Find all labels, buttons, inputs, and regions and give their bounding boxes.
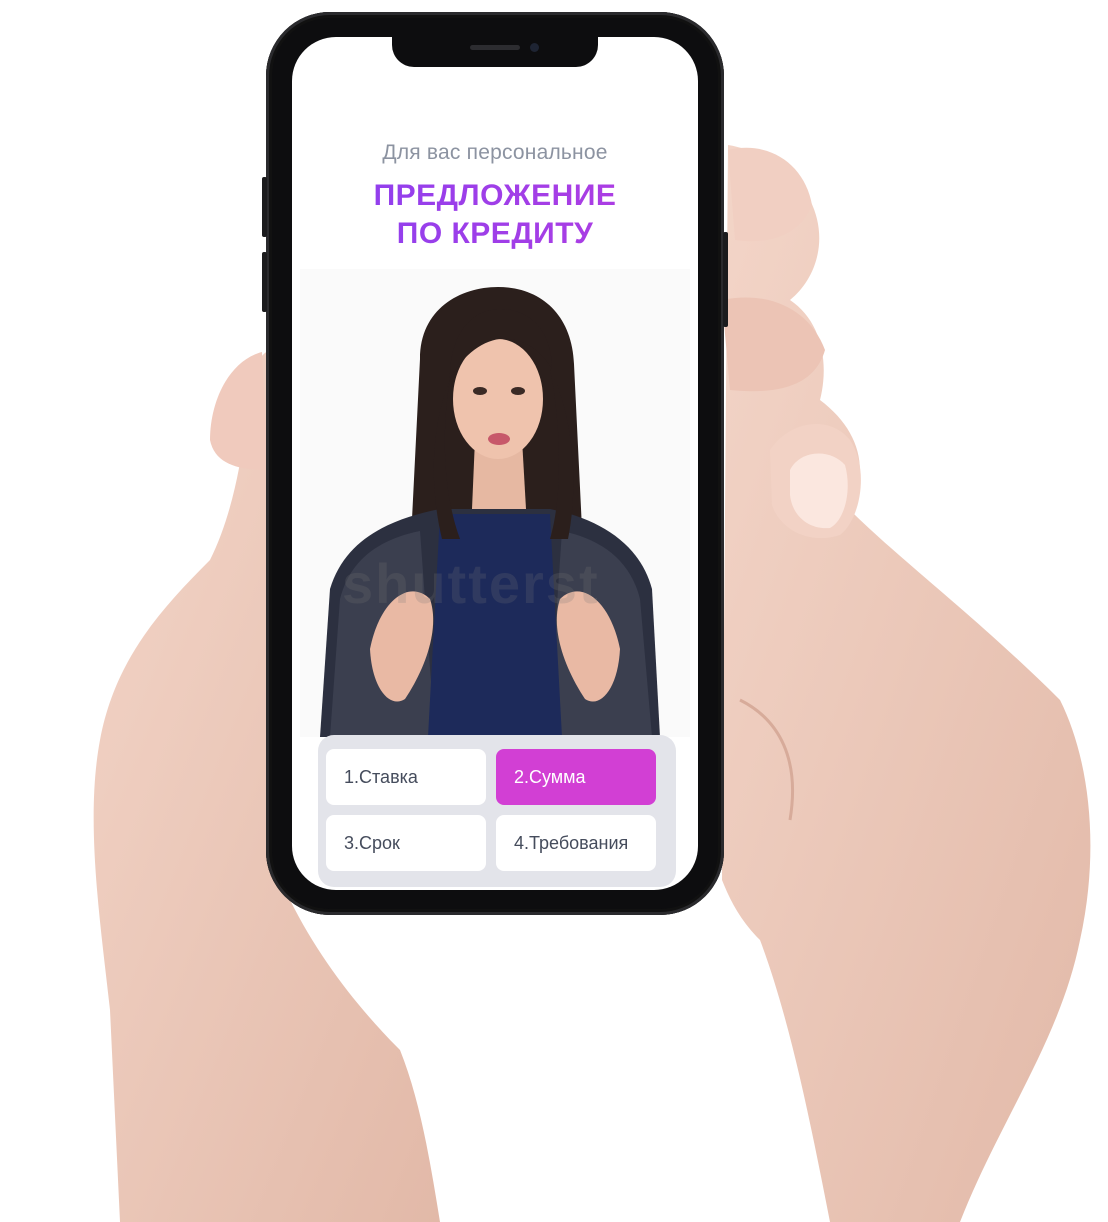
headline-line-1: ПРЕДЛОЖЕНИЕ xyxy=(373,179,617,212)
presenter-image xyxy=(300,269,690,737)
camera-icon xyxy=(530,43,539,52)
option-term-button[interactable]: 3.Срок xyxy=(326,815,486,871)
notch xyxy=(392,37,598,67)
option-rate-button[interactable]: 1.Ставка xyxy=(326,749,486,805)
option-amount-button[interactable]: 2.Сумма xyxy=(496,749,656,805)
promo-subtitle: Для вас персональное xyxy=(382,141,608,164)
headline-line-2: ПО КРЕДИТУ xyxy=(396,217,594,250)
power-button xyxy=(723,232,728,327)
options-panel: 1.Ставка 2.Сумма 3.Срок 4.Требования xyxy=(318,735,676,887)
speaker-icon xyxy=(470,45,520,50)
option-requirements-button[interactable]: 4.Требования xyxy=(496,815,656,871)
volume-button xyxy=(262,177,267,237)
smartphone: Для вас персональное ПРЕДЛОЖЕНИЕ ПО КРЕД… xyxy=(262,12,728,915)
promo-headline: ПРЕДЛОЖЕНИЕ ПО КРЕДИТУ xyxy=(292,177,698,253)
stage: Для вас персональное ПРЕДЛОЖЕНИЕ ПО КРЕД… xyxy=(0,0,1108,1222)
phone-screen: Для вас персональное ПРЕДЛОЖЕНИЕ ПО КРЕД… xyxy=(292,37,698,890)
video-presenter[interactable]: shutterst xyxy=(300,269,690,737)
volume-button xyxy=(262,252,267,312)
